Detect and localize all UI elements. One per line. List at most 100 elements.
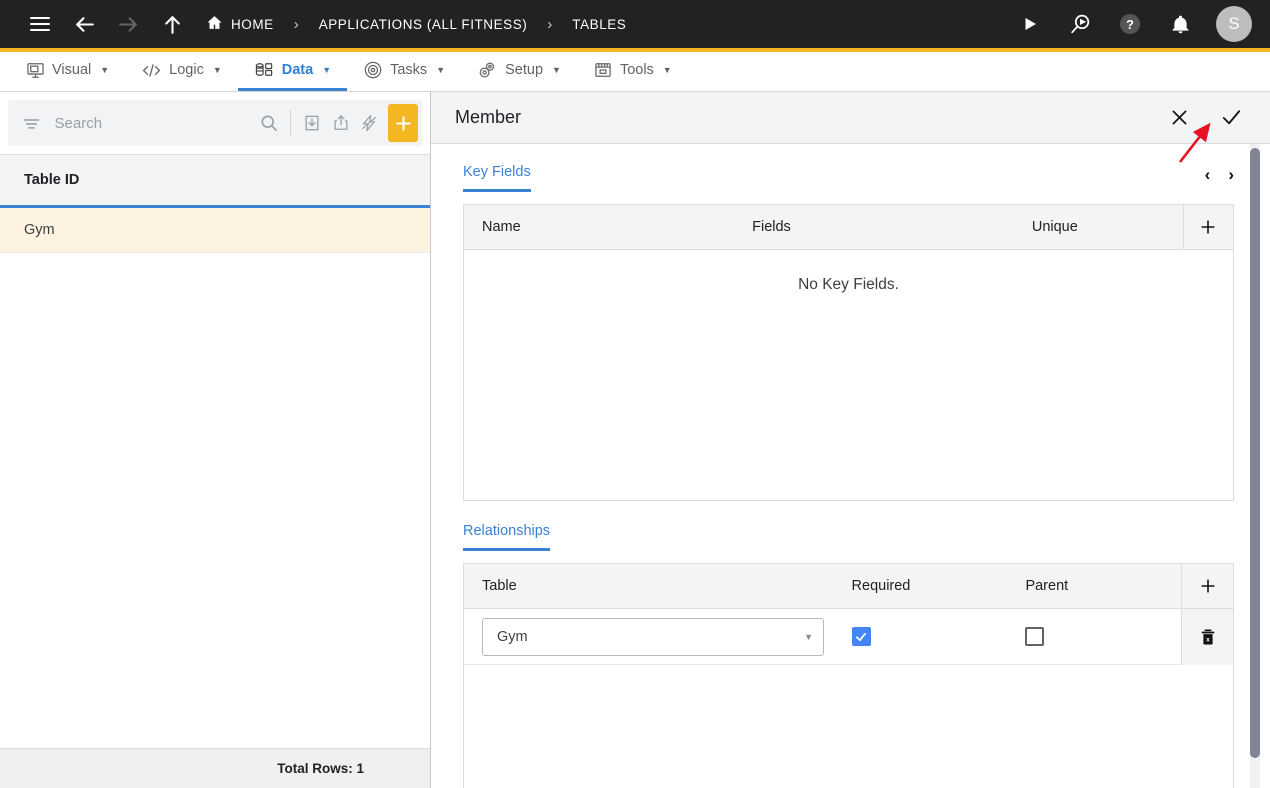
key-fields-table-body: No Key Fields. — [464, 250, 1233, 500]
tab-label-setup: Setup — [505, 62, 544, 78]
up-arrow-icon[interactable] — [150, 2, 194, 46]
breadcrumb-separator: › — [293, 15, 299, 33]
key-fields-table-header: Name Fields Unique — [464, 205, 1233, 250]
table-list-header: Table ID — [0, 154, 430, 208]
run-icon[interactable] — [1008, 2, 1052, 46]
breadcrumb-separator: › — [547, 15, 553, 33]
key-fields-header: Key Fields ‹ › — [463, 164, 1234, 192]
list-toolbar — [8, 100, 422, 146]
relationships-card: Table Required Parent Gym ▼ x — [463, 563, 1234, 788]
search-icon[interactable] — [256, 104, 283, 142]
topbar-left-group: HOME › APPLICATIONS (ALL FITNESS) › TABL… — [18, 2, 632, 46]
add-relationship-button[interactable] — [1181, 564, 1233, 608]
chevron-down-icon: ▼ — [804, 631, 813, 642]
relationships-table-header: Table Required Parent — [464, 564, 1233, 609]
required-checkbox[interactable] — [851, 627, 871, 646]
toolbar-divider — [290, 110, 291, 136]
empty-state-message: No Key Fields. — [798, 276, 899, 293]
close-icon[interactable] — [1164, 103, 1194, 133]
tab-tools[interactable]: Tools ▼ — [577, 52, 688, 91]
total-rows-label: Total Rows: 1 — [0, 748, 430, 788]
tab-label-data: Data — [281, 62, 314, 78]
detail-panel-header: Member — [431, 92, 1270, 144]
relationship-required-cell — [834, 627, 1008, 646]
column-header-fields: Fields — [752, 219, 791, 235]
toolbox-icon — [593, 60, 613, 80]
column-header-table: Table — [482, 578, 517, 594]
section-title-relationships: Relationships — [463, 523, 551, 551]
chevron-down-icon: ▼ — [662, 65, 672, 75]
topbar-right-group: ? S — [1008, 2, 1252, 46]
lightning-icon[interactable] — [356, 104, 383, 142]
table-row-label: Gym — [24, 222, 55, 238]
help-icon[interactable]: ? — [1108, 2, 1152, 46]
tab-setup[interactable]: Setup ▼ — [461, 52, 577, 91]
breadcrumb-label-home: HOME — [231, 16, 274, 32]
confirm-check-icon[interactable] — [1216, 103, 1246, 133]
database-icon — [254, 61, 275, 80]
delete-relationship-button[interactable]: x — [1181, 608, 1233, 665]
relationships-empty-space — [464, 665, 1233, 788]
breadcrumb-item-tables[interactable]: TABLES — [566, 17, 632, 32]
breadcrumb-item-applications[interactable]: APPLICATIONS (ALL FITNESS) — [313, 17, 534, 32]
breadcrumb-label-applications: APPLICATIONS (ALL FITNESS) — [318, 16, 528, 32]
main-body: Table ID Gym Total Rows: 1 Member — [0, 92, 1270, 788]
table-list-rows: Gym — [0, 208, 430, 748]
tab-visual[interactable]: Visual ▼ — [10, 52, 125, 91]
section-key-fields: Key Fields ‹ › Name Fields Unique No Key… — [463, 164, 1234, 501]
breadcrumb: HOME › APPLICATIONS (ALL FITNESS) › TABL… — [200, 14, 632, 34]
svg-text:?: ? — [1126, 17, 1134, 32]
chevron-left-icon[interactable]: ‹ — [1205, 165, 1211, 185]
tab-label-logic: Logic — [169, 62, 204, 78]
add-table-button[interactable] — [388, 104, 418, 142]
svg-text:x: x — [1206, 636, 1210, 643]
avatar-initial: S — [1228, 14, 1240, 33]
notifications-bell-icon[interactable] — [1158, 2, 1202, 46]
module-tab-strip: Visual ▼ Logic ▼ Data ▼ Tasks ▼ Setup ▼ … — [0, 52, 1270, 92]
tab-data[interactable]: Data ▼ — [237, 52, 348, 91]
tables-list-panel: Table ID Gym Total Rows: 1 — [0, 92, 431, 788]
page-title: Member — [455, 107, 522, 127]
relationships-table-body: Gym ▼ x — [464, 608, 1233, 788]
section-title-key-fields: Key Fields — [463, 164, 531, 192]
chevron-down-icon: ▼ — [322, 65, 332, 75]
export-icon[interactable] — [327, 104, 354, 142]
application-window: HOME › APPLICATIONS (ALL FITNESS) › TABL… — [0, 0, 1270, 788]
column-header-required: Required — [851, 578, 911, 594]
table-row-gym[interactable]: Gym — [0, 208, 430, 253]
search-input[interactable] — [46, 114, 254, 132]
relationship-table-select[interactable]: Gym ▼ — [482, 617, 824, 656]
tab-logic[interactable]: Logic ▼ — [125, 52, 238, 91]
column-header-name: Name — [482, 219, 521, 235]
vertical-scrollbar-thumb[interactable] — [1250, 148, 1260, 758]
relationship-table-cell: Gym ▼ — [464, 617, 834, 656]
gear-target-icon — [363, 60, 383, 80]
breadcrumb-item-home[interactable]: HOME — [200, 14, 280, 34]
detail-header-actions — [1164, 103, 1246, 133]
parent-checkbox[interactable] — [1025, 627, 1045, 646]
chevron-down-icon: ▼ — [212, 65, 222, 75]
table-detail-panel: Member Key Fields ‹ › Name Fields Unique… — [431, 92, 1270, 788]
user-avatar[interactable]: S — [1216, 6, 1252, 42]
tab-tasks[interactable]: Tasks ▼ — [347, 52, 461, 91]
relationship-parent-cell — [1007, 627, 1181, 646]
section-relationships: Relationships Table Required Parent Gym … — [463, 523, 1234, 788]
section-pager: ‹ › — [1205, 165, 1234, 191]
search-run-icon[interactable] — [1058, 2, 1102, 46]
table-row: Gym ▼ x — [464, 608, 1233, 665]
filter-icon[interactable] — [18, 104, 45, 142]
import-icon[interactable] — [299, 104, 326, 142]
home-icon — [206, 14, 223, 34]
relationships-header: Relationships — [463, 523, 1234, 551]
hamburger-menu-icon[interactable] — [18, 2, 62, 46]
tab-label-tools: Tools — [619, 62, 654, 78]
gears-icon — [477, 60, 498, 80]
back-arrow-icon[interactable] — [62, 2, 106, 46]
chevron-down-icon: ▼ — [436, 65, 446, 75]
add-key-field-button[interactable] — [1182, 205, 1233, 249]
key-fields-card: Name Fields Unique No Key Fields. — [463, 204, 1234, 501]
vertical-scrollbar-track[interactable] — [1250, 144, 1260, 788]
forward-arrow-icon[interactable] — [106, 2, 150, 46]
chevron-right-icon[interactable]: › — [1228, 165, 1234, 185]
chevron-down-icon: ▼ — [552, 65, 561, 75]
